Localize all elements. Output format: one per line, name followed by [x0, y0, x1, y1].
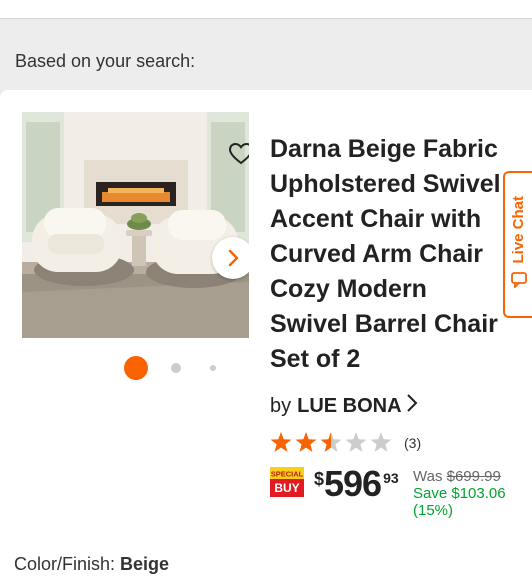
product-image[interactable]	[22, 112, 249, 338]
brand-by-label: by	[270, 394, 292, 417]
brand-link[interactable]: by LUE BONA	[270, 393, 418, 419]
current-price: $ 596 93	[314, 466, 399, 502]
price-dollars: 596	[324, 463, 382, 504]
live-chat-label: Live Chat	[510, 196, 527, 264]
favorite-button[interactable]	[219, 134, 249, 174]
color-finish-value: Beige	[120, 554, 170, 574]
live-chat-button[interactable]: Live Chat	[503, 171, 532, 318]
product-card[interactable]: Darna Beige Fabric Upholstered Swivel Ac…	[0, 90, 532, 587]
was-label: Was	[413, 468, 443, 485]
color-finish: Color/Finish: Beige	[14, 554, 169, 575]
star-icon	[345, 432, 367, 452]
chevron-right-icon	[406, 393, 418, 419]
heart-icon	[229, 143, 249, 165]
rating[interactable]: (3)	[270, 432, 421, 454]
star-icon	[270, 432, 292, 452]
save-amount: Save $103.06	[413, 485, 506, 502]
star-icon	[295, 432, 317, 452]
carousel-dot[interactable]	[210, 365, 216, 371]
special-buy-badge: SPECIAL BUY	[270, 467, 304, 497]
carousel-dot[interactable]	[171, 363, 181, 373]
badge-line1: SPECIAL	[271, 470, 304, 479]
price-block: SPECIAL BUY $ 596 93 Was $699.99 Save $1…	[270, 466, 532, 526]
star-rating	[270, 432, 392, 452]
carousel-dots	[124, 356, 224, 380]
section-heading: Based on your search:	[15, 51, 196, 71]
product-title[interactable]: Darna Beige Fabric Upholstered Swivel Ac…	[270, 132, 532, 377]
carousel-dot-active[interactable]	[124, 356, 148, 380]
next-image-button[interactable]	[212, 237, 249, 279]
save-percent: (15%)	[413, 502, 454, 519]
price-cents: 93	[383, 470, 399, 486]
savings-info: Was $699.99 Save $103.06 (15%)	[413, 468, 532, 519]
badge-line2: BUY	[274, 481, 299, 495]
price-currency: $	[314, 469, 325, 489]
brand-name: LUE BONA	[297, 394, 402, 417]
color-finish-label: Color/Finish:	[14, 554, 116, 574]
was-price: $699.99	[446, 468, 501, 485]
chat-bubble-icon	[510, 270, 528, 293]
star-icon	[370, 432, 392, 452]
product-photo	[22, 112, 249, 338]
review-count: (3)	[404, 435, 422, 451]
chevron-right-icon	[226, 249, 240, 267]
star-icon	[320, 432, 342, 452]
top-bar	[0, 0, 532, 19]
